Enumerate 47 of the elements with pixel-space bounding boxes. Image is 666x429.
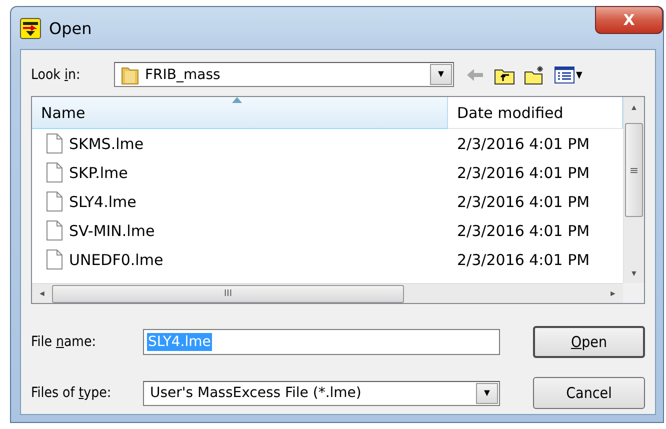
column-header[interactable]: Name — [32, 97, 448, 129]
file-name: UNEDF0.lme — [69, 250, 164, 268]
file-icon — [46, 133, 63, 154]
file-type-label: Files of type: — [31, 385, 112, 401]
date-modified: 2/3/2016 4:01 PM — [456, 164, 590, 182]
date-modified: 2/3/2016 4:01 PM — [456, 134, 590, 152]
file-name-label: File name: — [31, 334, 97, 350]
file-name: SV-MIN.lme — [69, 222, 155, 240]
scroll-right-button[interactable]: ► — [603, 284, 623, 304]
details-view-icon — [554, 64, 576, 84]
sort-arrow-icon — [232, 97, 242, 103]
file-icon — [46, 249, 63, 270]
horizontal-scrollbar[interactable]: ◄ III ► — [32, 283, 623, 303]
file-name: SLY4.lme — [69, 192, 136, 210]
scroll-thumb[interactable]: III — [52, 284, 404, 302]
date-modified: 2/3/2016 4:01 PM — [456, 250, 590, 268]
vertical-scrollbar[interactable]: ▲ ≡ ▼ — [623, 97, 644, 283]
new-folder-icon[interactable] — [524, 64, 546, 84]
scroll-thumb[interactable]: ≡ — [625, 123, 643, 217]
scroll-down-button[interactable]: ▼ — [624, 263, 644, 283]
app-icon — [20, 18, 41, 38]
scroll-up-button[interactable]: ▲ — [624, 97, 644, 117]
column-header[interactable]: Date modified — [448, 97, 623, 129]
file-row[interactable]: UNEDF0.lme 2/3/2016 4:01 PM — [32, 245, 623, 274]
open-button[interactable]: Open — [533, 326, 645, 358]
file-icon — [46, 162, 63, 183]
window-title: Open — [49, 18, 92, 38]
file-row[interactable]: SKMS.lme 2/3/2016 4:01 PM — [32, 129, 623, 158]
date-modified: 2/3/2016 4:01 PM — [456, 222, 590, 240]
file-icon — [46, 191, 63, 212]
file-row[interactable]: SLY4.lme 2/3/2016 4:01 PM — [32, 187, 623, 216]
date-modified: 2/3/2016 4:01 PM — [456, 192, 590, 210]
file-type-dropdown[interactable]: User's MassExcess File (*.lme) ▼ — [143, 380, 500, 406]
file-icon — [46, 220, 63, 241]
dropdown-button[interactable]: ▼ — [430, 64, 452, 85]
scroll-left-button[interactable]: ◄ — [32, 284, 52, 304]
dropdown-button[interactable]: ▼ — [476, 382, 498, 404]
view-menu-button[interactable]: ▾ — [554, 64, 582, 84]
cancel-button[interactable]: Cancel — [533, 377, 645, 409]
look-in-dropdown[interactable]: FRIB_mass ▼ — [114, 62, 454, 87]
file-row[interactable]: SV-MIN.lme 2/3/2016 4:01 PM — [32, 216, 623, 245]
file-name: SKP.lme — [69, 164, 128, 182]
close-button[interactable]: X — [595, 6, 663, 34]
folder-icon — [121, 64, 139, 84]
file-name: SKMS.lme — [69, 134, 144, 152]
file-row[interactable]: SKP.lme 2/3/2016 4:01 PM — [32, 158, 623, 187]
look-in-label: Look in: — [31, 66, 82, 82]
